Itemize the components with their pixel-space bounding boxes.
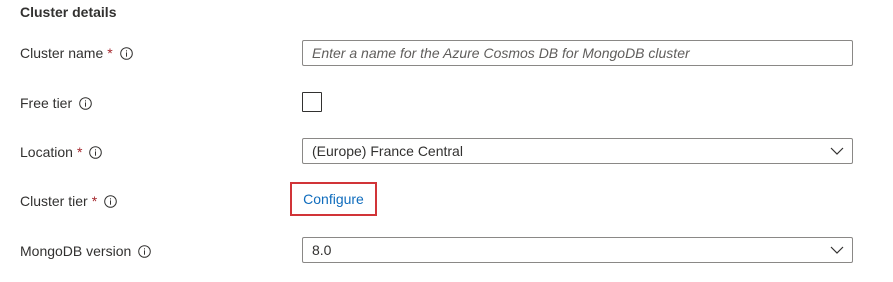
free-tier-label-group: Free tier [20, 95, 92, 111]
required-mark: * [91, 193, 98, 209]
mongodb-version-label-group: MongoDB version [20, 243, 152, 259]
cluster-details-form: Cluster details Cluster name * Enter a n… [0, 0, 893, 282]
cluster-name-input[interactable]: Enter a name for the Azure Cosmos DB for… [302, 40, 853, 66]
required-mark: * [107, 45, 113, 61]
mongodb-version-row: MongoDB version [20, 238, 152, 264]
mongodb-version-selected-value: 8.0 [312, 242, 332, 258]
info-icon[interactable] [104, 194, 117, 208]
location-dropdown[interactable]: (Europe) France Central [302, 138, 853, 164]
location-selected-value: (Europe) France Central [312, 143, 463, 159]
info-icon[interactable] [138, 244, 152, 258]
cluster-name-placeholder: Enter a name for the Azure Cosmos DB for… [312, 45, 690, 61]
mongodb-version-label: MongoDB version [20, 243, 132, 259]
info-icon[interactable] [119, 46, 133, 60]
configure-link[interactable]: Configure [303, 191, 364, 207]
chevron-down-icon [830, 246, 844, 254]
cluster-tier-label: Cluster tier [20, 193, 88, 209]
free-tier-checkbox[interactable] [302, 92, 322, 112]
location-label: Location [20, 144, 73, 160]
location-label-group: Location * [20, 144, 103, 160]
chevron-down-icon [830, 147, 844, 155]
cluster-tier-label-group: Cluster tier * [20, 193, 117, 209]
required-mark: * [76, 144, 83, 160]
info-icon[interactable] [89, 145, 103, 159]
free-tier-row: Free tier [20, 90, 92, 116]
cluster-name-row: Cluster name * [20, 40, 133, 66]
configure-highlight: Configure [290, 182, 377, 216]
info-icon[interactable] [79, 96, 92, 110]
location-row: Location * [20, 139, 103, 165]
section-title: Cluster details [20, 4, 117, 20]
cluster-name-label-group: Cluster name * [20, 45, 133, 61]
cluster-name-label: Cluster name [20, 45, 104, 61]
cluster-tier-row: Cluster tier * [20, 188, 117, 214]
mongodb-version-dropdown[interactable]: 8.0 [302, 237, 853, 263]
free-tier-label: Free tier [20, 95, 73, 111]
